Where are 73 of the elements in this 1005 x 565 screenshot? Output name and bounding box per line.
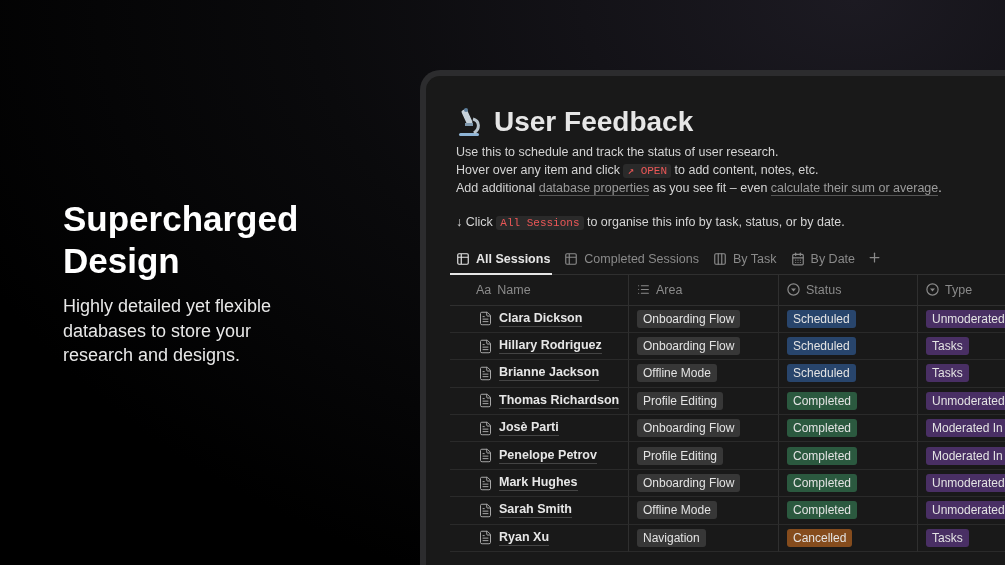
page-title: User Feedback [494,106,694,138]
status-tag: Scheduled [787,309,856,328]
microscope-icon [456,107,482,137]
view-tab[interactable]: All Sessions [450,247,553,275]
area-tag: Profile Editing [637,446,724,465]
columns-icon [713,251,727,266]
type-tag: Unmoderated [926,309,1005,328]
row-name[interactable]: Ryan Xu [499,529,549,546]
row-name[interactable]: Mark Hughes [499,475,578,492]
area-tag: Onboarding Flow [637,337,741,356]
page-icon [478,393,493,409]
hint-text: ↓ Click All Sessions to organise this info by task, status, or by date. [456,214,846,229]
status-tag: Completed [787,446,858,465]
type-tag: Moderated In [926,419,1005,438]
type-tag: Tasks [926,528,969,547]
row-name[interactable]: Josè Parti [499,420,559,437]
link[interactable]: database properties [538,181,650,196]
column-header[interactable]: Aa Name [450,274,628,306]
calendar-icon [790,251,805,266]
page-icon [478,475,493,491]
type-tag: Tasks [926,364,969,383]
dropdown-icon [787,283,800,296]
table-icon [564,251,579,266]
plus-icon [867,249,882,265]
status-tag: Scheduled [787,337,856,356]
area-tag: Onboarding Flow [637,419,741,438]
type-tag: Tasks [926,337,969,356]
status-tag: Completed [787,391,858,410]
inline-code: All Sessions [496,215,584,230]
column-header[interactable]: Type [917,274,1005,306]
row-name[interactable]: Thomas Richardson [499,392,620,409]
status-tag: Completed [787,419,858,438]
table-icon [456,251,470,266]
page-icon [478,338,493,354]
area-tag: Onboarding Flow [637,474,741,493]
view-tab[interactable]: By Task [707,247,779,275]
type-tag: Unmoderated [926,501,1005,520]
page-icon [478,448,493,464]
status-tag: Cancelled [787,528,853,547]
row-name[interactable]: Penelope Petrov [499,447,597,464]
page-icon [478,502,493,518]
page-icon [478,365,493,381]
status-tag: Completed [787,501,858,520]
dropdown-icon [926,283,939,296]
description-line: Use this to schedule and track the status of user research. [456,144,780,161]
area-tag: Navigation [637,528,706,547]
area-tag: Onboarding Flow [637,309,741,328]
column-header[interactable]: Status [778,274,917,306]
row-name[interactable]: Clara Dickson [499,310,583,327]
type-tag: Unmoderated [926,474,1005,493]
promo-text: Highly detailed yet flexible databases to store your research and designs. [63,295,273,367]
page-icon [478,311,493,327]
type-tag: Moderated In [926,446,1005,465]
view-tab[interactable]: By Date [784,247,857,275]
type-tag: Unmoderated [926,391,1005,410]
row-name[interactable]: Sarah Smith [499,502,572,519]
column-header[interactable]: Area [628,274,778,306]
promo-heading: Supercharged Design [63,198,300,282]
description-line: Hover over any item and click ↗ OPEN to add content, notes, etc. [456,161,820,180]
page-icon [478,530,493,546]
row-name[interactable]: Brianne Jackson [499,365,600,382]
inline-code: ↗ OPEN [623,163,672,178]
page-icon [478,420,493,436]
view-tab[interactable]: Completed Sessions [558,247,701,275]
description-line: Add additional database properties as you see fit – even calculate their sum or average. [456,180,943,198]
status-tag: Completed [787,474,858,493]
list-icon [637,283,650,296]
status-tag: Scheduled [787,364,856,383]
row-name[interactable]: Hillary Rodriguez [499,338,602,355]
area-tag: Offline Mode [637,364,717,383]
area-tag: Offline Mode [637,501,717,520]
text-type-label: Aa [476,282,492,297]
area-tag: Profile Editing [637,391,724,410]
